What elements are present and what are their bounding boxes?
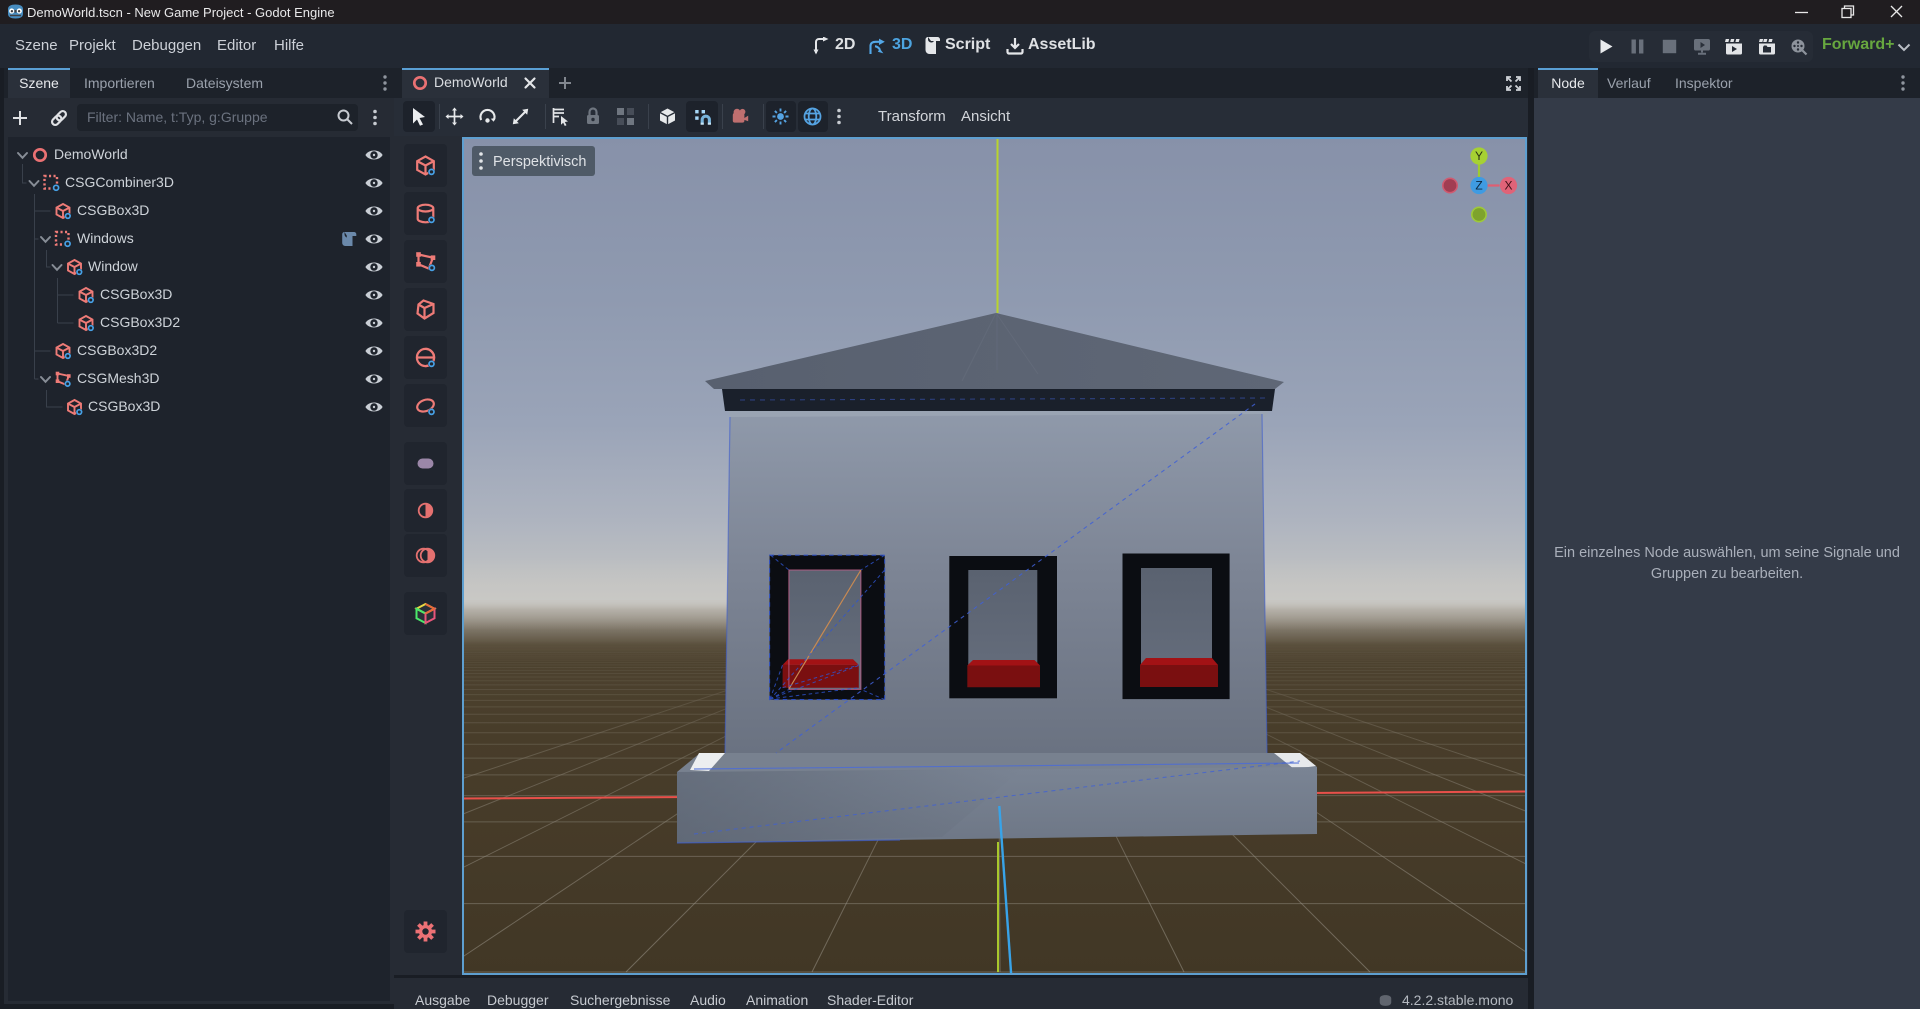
svg-text:Perspektivisch: Perspektivisch xyxy=(493,154,586,170)
svg-text:X: X xyxy=(1504,179,1512,193)
svg-text:Z: Z xyxy=(1475,179,1482,193)
svg-text:Y: Y xyxy=(1475,149,1483,163)
